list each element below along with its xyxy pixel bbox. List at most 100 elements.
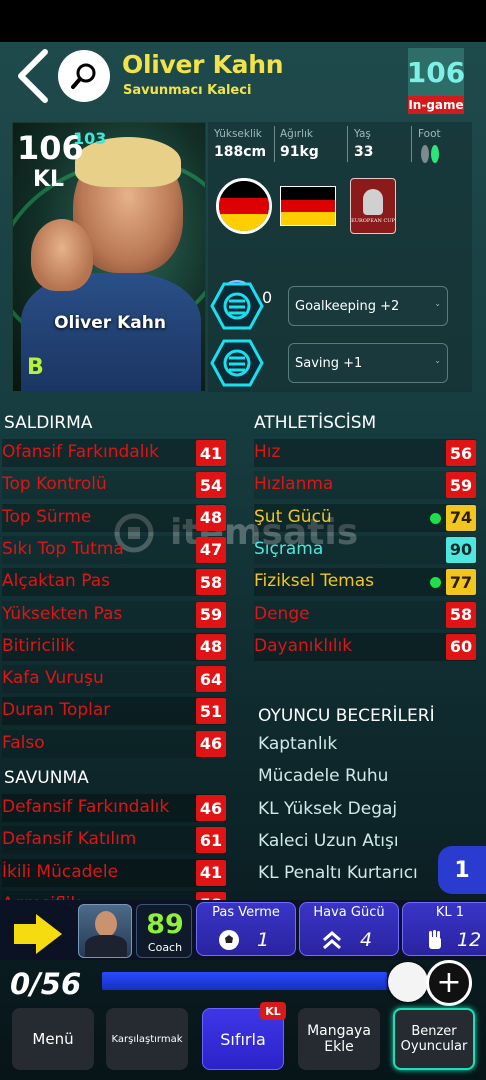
stat-value: 48 [196,633,226,660]
chevron-down-icon: ⌄ [434,299,441,308]
divider [274,126,275,162]
stat-row: Hızlanma 59 [254,471,476,499]
progress-fill [102,972,388,990]
card-position: KL [33,167,65,192]
progress-label: 0/56 [10,967,82,1001]
stat-value: 41 [196,859,226,886]
weight-value: 91kg [280,144,319,160]
manager-face [95,911,117,937]
stat-row: Denge 58 [254,601,476,629]
tactic-gk-button[interactable]: KL 1 12 [402,902,486,956]
page-indicator[interactable]: 1 [438,846,486,894]
stat-value: 47 [196,536,226,563]
compare-label: Karşılaştırmak [111,1033,183,1045]
age-stat: Yaş 33 [354,128,373,160]
compare-button[interactable]: Karşılaştırmak [106,1008,188,1070]
tactic-passing-button[interactable]: Pas Verme 1 [196,902,296,956]
stat-value: 41 [196,440,226,466]
foot-stat: Foot [418,128,442,170]
stat-row: Yüksekten Pas 59 [2,601,226,629]
stat-value: 90 [446,536,476,563]
stat-row: Kafa Vuruşu 64 [2,665,226,693]
height-value: 188cm [214,144,267,160]
card-rating-boost: 103 [73,129,107,148]
card-grade: B [27,355,44,380]
progress-slider[interactable] [102,972,412,990]
tactic-value: 12 [457,929,482,951]
similar-players-button[interactable]: Benzer Oyuncular [393,1008,475,1070]
tactic-value: 4 [360,929,373,951]
stat-row: Dayanıklılık 60 [254,633,476,661]
stat-row: Sıkı Top Tutma 47 [2,536,226,564]
weight-label: Ağırlık [280,128,313,140]
chevron-down-icon: ⌄ [434,356,441,365]
stat-row: Defansif Farkındalık 46 [2,794,226,822]
stat-value: 58 [196,569,226,596]
player-skill-item: Mücadele Ruhu [258,766,389,787]
stat-value: 46 [196,730,226,757]
booster-hex-icon [210,339,264,387]
stat-name: Kafa Vuruşu [2,668,104,689]
stat-value: 54 [196,472,226,499]
manager-avatar[interactable] [78,904,132,958]
stat-value: 48 [196,504,226,531]
booster-label-2: Saving +1 [295,355,363,371]
divider [347,126,348,162]
search-button[interactable] [58,50,110,102]
attack-section-title: SALDIRMA [4,413,93,433]
card-player-name: Oliver Kahn [54,313,166,333]
add-to-squad-button[interactable]: Mangaya Ekle [298,1008,380,1070]
country-flag [280,186,336,226]
manager-suit [85,935,127,957]
stat-name: Defansif Katılım [2,829,137,850]
coach-rating-box[interactable]: 89 Coach [136,904,192,958]
player-skill-item: Kaleci Uzun Atışı [258,830,399,851]
player-skill-item: KL Penaltı Kurtarıcı [258,863,418,884]
add-to-squad-label: Mangaya Ekle [307,1023,371,1055]
booster-select-2[interactable]: Saving +1 ⌄ [288,343,448,383]
player-skill-item: Kaptanlık [258,734,338,754]
stat-name: Alçaktan Pas [2,571,110,592]
reset-position-tag: KL [260,1002,286,1020]
boost-indicator-dot [430,512,441,524]
stat-name: Sıkı Top Tutma [2,538,124,559]
tactic-label: Pas Verme [212,905,280,920]
stat-row: Duran Toplar 51 [2,697,226,725]
stat-name: Ofansif Farkındalık [2,442,159,462]
menu-button[interactable]: Menü [12,1008,94,1070]
stat-value: 51 [196,698,226,725]
chevron-left-icon [18,49,48,103]
athleticism-section-title: ATHLETİSCİSM [254,413,377,433]
progress-knob[interactable] [388,962,428,1002]
cup-text: EUROPEAN CUP [351,217,395,224]
player-name: Oliver Kahn [122,50,284,79]
menu-label: Menü [32,1030,74,1048]
stat-row: Sıçrama 90 [254,536,476,564]
booster-select-1[interactable]: Goalkeeping +2 ⌄ [288,286,448,326]
arrow-right-icon[interactable] [12,912,64,956]
height-label: Yükseklik [214,128,262,140]
stat-name: Fiziksel Temas [254,571,374,592]
tactic-value: 1 [257,929,270,951]
back-button[interactable] [12,48,52,104]
stat-name: Top Kontrolü [2,474,107,495]
stat-row: İkili Mücadele 41 [2,859,226,887]
glove-icon [423,929,447,951]
player-card[interactable]: 106 103 KL Oliver Kahn B [12,122,206,392]
similar-players-label: Benzer Oyuncular [400,1024,468,1054]
stat-name: Sıçrama [254,538,324,559]
player-detail-screen: Oliver Kahn Savunmacı Kaleci 106 In-game… [0,42,486,1080]
stat-value: 46 [196,795,226,821]
trophy-icon [363,188,383,215]
stat-value: 58 [446,601,476,628]
coach-label: Coach [147,941,183,954]
stat-row: Hız 56 [254,439,476,467]
stat-name: Top Sürme [2,506,92,527]
plus-button[interactable]: + [426,960,472,1006]
booster-label-1: Goalkeeping +2 [295,298,400,314]
stat-name: Şut Gücü [254,506,332,527]
tactic-air-button[interactable]: Hava Gücü 4 [299,902,399,956]
weight-stat: Ağırlık 91kg [280,128,319,160]
ingame-rating: 106 [407,48,465,96]
stat-row: Bitiricilik 48 [2,633,226,661]
